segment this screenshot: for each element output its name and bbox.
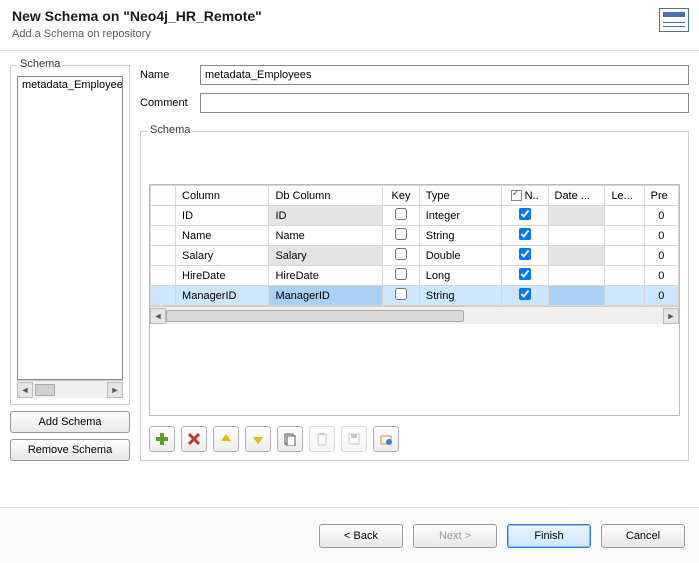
cell-dbcolumn[interactable]: HireDate: [269, 266, 383, 286]
cancel-button[interactable]: Cancel: [601, 524, 685, 548]
cell-key[interactable]: [383, 206, 419, 226]
cell-nullable[interactable]: [501, 206, 548, 226]
scroll-right-icon[interactable]: ►: [107, 382, 123, 398]
schema-table-icon: [659, 8, 689, 32]
scroll-right-icon[interactable]: ►: [663, 308, 679, 324]
table-row[interactable]: IDID Integer 0: [151, 206, 679, 226]
schema-toolbar: [149, 426, 680, 452]
check-icon: [511, 190, 522, 201]
cell-date[interactable]: [548, 246, 605, 266]
cell-precision[interactable]: 0: [644, 286, 678, 306]
table-header-row: Column Db Column Key Type N.. Date ... L…: [151, 186, 679, 206]
cell-column[interactable]: Name: [176, 226, 269, 246]
dialog-header: New Schema on "Neo4j_HR_Remote" Add a Sc…: [0, 0, 699, 51]
cell-length[interactable]: [605, 226, 644, 246]
cell-dbcolumn[interactable]: ID: [269, 206, 383, 226]
back-button[interactable]: < Back: [319, 524, 403, 548]
remove-schema-button[interactable]: Remove Schema: [10, 439, 130, 461]
schema-list-label: Schema: [17, 58, 63, 70]
cell-dbcolumn[interactable]: Name: [269, 226, 383, 246]
cell-nullable[interactable]: [501, 286, 548, 306]
cell-precision[interactable]: 0: [644, 226, 678, 246]
cell-nullable[interactable]: [501, 226, 548, 246]
cell-date[interactable]: [548, 266, 605, 286]
col-header-date[interactable]: Date ...: [548, 186, 605, 206]
name-label: Name: [140, 69, 200, 81]
schema-definition-label: Schema: [147, 124, 193, 136]
paste-button: [309, 426, 335, 452]
cell-length[interactable]: [605, 286, 644, 306]
copy-button[interactable]: [277, 426, 303, 452]
cell-nullable[interactable]: [501, 246, 548, 266]
schema-list[interactable]: metadata_Employees: [17, 76, 123, 380]
table-row[interactable]: NameName String 0: [151, 226, 679, 246]
scroll-left-icon[interactable]: ◄: [17, 382, 33, 398]
scroll-thumb[interactable]: [166, 310, 464, 322]
add-row-button[interactable]: [149, 426, 175, 452]
cell-dbcolumn[interactable]: Salary: [269, 246, 383, 266]
cell-type[interactable]: Long: [419, 266, 501, 286]
cell-dbcolumn[interactable]: ManagerID: [269, 286, 383, 306]
col-header-column[interactable]: Column: [176, 186, 269, 206]
cell-type[interactable]: Integer: [419, 206, 501, 226]
cell-length[interactable]: [605, 246, 644, 266]
schema-definition-group: Schema Column Db Column Key Type N.. Dat…: [140, 131, 689, 461]
table-row[interactable]: SalarySalary Double 0: [151, 246, 679, 266]
dialog-subtitle: Add a Schema on repository: [12, 28, 687, 40]
schema-list-group: Schema metadata_Employees ◄ ►: [10, 65, 130, 405]
cell-key[interactable]: [383, 226, 419, 246]
cell-column[interactable]: ID: [176, 206, 269, 226]
schema-list-item[interactable]: metadata_Employees: [18, 77, 122, 93]
scroll-left-icon[interactable]: ◄: [150, 308, 166, 324]
col-header-precision[interactable]: Pre: [644, 186, 678, 206]
table-scrollbar[interactable]: ◄ ►: [150, 306, 679, 324]
import-button[interactable]: [373, 426, 399, 452]
cell-type[interactable]: String: [419, 226, 501, 246]
comment-label: Comment: [140, 97, 200, 109]
schema-table[interactable]: Column Db Column Key Type N.. Date ... L…: [149, 184, 680, 416]
name-input[interactable]: [200, 65, 689, 85]
cell-type[interactable]: Double: [419, 246, 501, 266]
cell-key[interactable]: [383, 246, 419, 266]
col-header-length[interactable]: Le...: [605, 186, 644, 206]
table-row[interactable]: HireDateHireDate Long 0: [151, 266, 679, 286]
cell-nullable[interactable]: [501, 266, 548, 286]
move-down-button[interactable]: [245, 426, 271, 452]
dialog-footer: < Back Next > Finish Cancel: [0, 507, 699, 563]
add-schema-button[interactable]: Add Schema: [10, 411, 130, 433]
finish-button[interactable]: Finish: [507, 524, 591, 548]
cell-column[interactable]: HireDate: [176, 266, 269, 286]
cell-column[interactable]: Salary: [176, 246, 269, 266]
save-button: [341, 426, 367, 452]
cell-key[interactable]: [383, 266, 419, 286]
cell-date[interactable]: [548, 206, 605, 226]
cell-precision[interactable]: 0: [644, 206, 678, 226]
col-header-dbcolumn[interactable]: Db Column: [269, 186, 383, 206]
table-row[interactable]: ManagerIDManagerID String 0: [151, 286, 679, 306]
next-button: Next >: [413, 524, 497, 548]
cell-type[interactable]: String: [419, 286, 501, 306]
schema-list-scrollbar[interactable]: ◄ ►: [17, 380, 123, 398]
dialog-title: New Schema on "Neo4j_HR_Remote": [12, 8, 687, 24]
col-header-type[interactable]: Type: [419, 186, 501, 206]
scroll-thumb[interactable]: [35, 384, 55, 396]
delete-row-button[interactable]: [181, 426, 207, 452]
comment-input[interactable]: [200, 93, 689, 113]
cell-column[interactable]: ManagerID: [176, 286, 269, 306]
cell-key[interactable]: [383, 286, 419, 306]
move-up-button[interactable]: [213, 426, 239, 452]
cell-precision[interactable]: 0: [644, 266, 678, 286]
col-header-nullable[interactable]: N..: [501, 186, 548, 206]
cell-date[interactable]: [548, 226, 605, 246]
cell-length[interactable]: [605, 266, 644, 286]
cell-precision[interactable]: 0: [644, 246, 678, 266]
cell-date[interactable]: [548, 286, 605, 306]
col-header-key[interactable]: Key: [383, 186, 419, 206]
cell-length[interactable]: [605, 206, 644, 226]
